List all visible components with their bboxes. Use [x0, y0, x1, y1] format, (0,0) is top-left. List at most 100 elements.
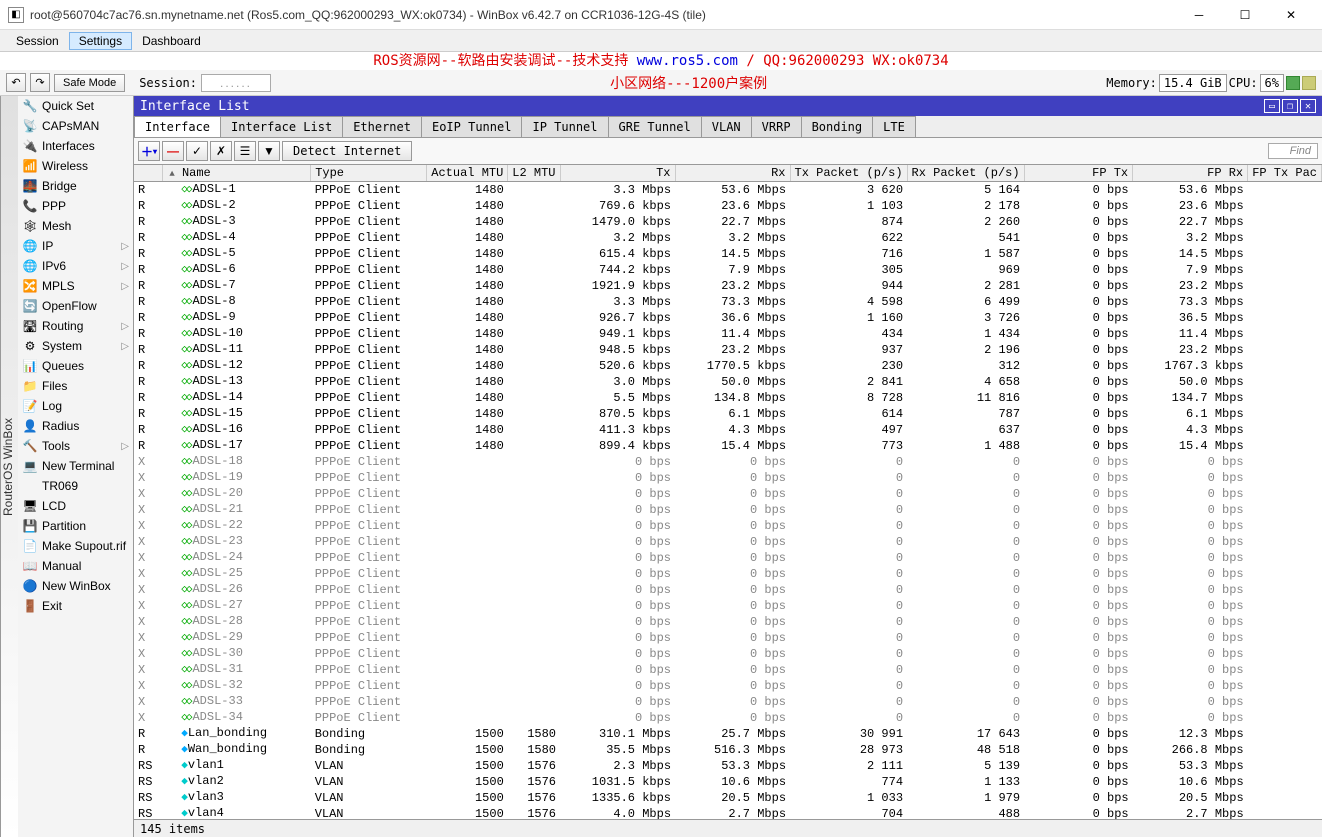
- col-header[interactable]: Rx Packet (p/s): [907, 165, 1024, 182]
- col-header[interactable]: Type: [311, 165, 427, 182]
- col-header[interactable]: Rx: [675, 165, 790, 182]
- tab-ethernet[interactable]: Ethernet: [342, 116, 422, 137]
- table-row[interactable]: X ADSL-25PPPoE Client0 bps0 bps000 bps0 …: [134, 566, 1322, 582]
- col-header[interactable]: ▲ Name: [163, 165, 311, 182]
- table-row[interactable]: R Lan_bondingBonding15001580310.1 Mbps25…: [134, 726, 1322, 742]
- table-row[interactable]: R ADSL-4PPPoE Client14803.2 Mbps3.2 Mbps…: [134, 230, 1322, 246]
- redo-button[interactable]: ↷: [30, 73, 50, 92]
- table-row[interactable]: R ADSL-8PPPoE Client14803.3 Mbps73.3 Mbp…: [134, 294, 1322, 310]
- sidebar-item-interfaces[interactable]: 🔌Interfaces: [18, 136, 133, 156]
- sidebar-item-manual[interactable]: 📖Manual: [18, 556, 133, 576]
- close-button[interactable]: ✕: [1268, 0, 1314, 30]
- table-row[interactable]: R ADSL-16PPPoE Client1480411.3 kbps4.3 M…: [134, 422, 1322, 438]
- col-header[interactable]: Tx: [560, 165, 675, 182]
- sidebar-item-system[interactable]: ⚙System▷: [18, 336, 133, 356]
- table-row[interactable]: X ADSL-34PPPoE Client0 bps0 bps000 bps0 …: [134, 710, 1322, 726]
- table-row[interactable]: R ADSL-11PPPoE Client1480948.5 kbps23.2 …: [134, 342, 1322, 358]
- table-row[interactable]: X ADSL-28PPPoE Client0 bps0 bps000 bps0 …: [134, 614, 1322, 630]
- tab-bonding[interactable]: Bonding: [801, 116, 874, 137]
- sidebar-item-bridge[interactable]: 🌉Bridge: [18, 176, 133, 196]
- sidebar-item-tr069[interactable]: TR069: [18, 476, 133, 496]
- table-scroll[interactable]: ▲ NameTypeActual MTUL2 MTUTxRxTx Packet …: [134, 165, 1322, 819]
- table-row[interactable]: X ADSL-21PPPoE Client0 bps0 bps000 bps0 …: [134, 502, 1322, 518]
- table-row[interactable]: X ADSL-30PPPoE Client0 bps0 bps000 bps0 …: [134, 646, 1322, 662]
- sidebar-item-routing[interactable]: 🛣Routing▷: [18, 316, 133, 336]
- sidebar-item-mpls[interactable]: 🔀MPLS▷: [18, 276, 133, 296]
- remove-button[interactable]: —: [162, 141, 184, 161]
- table-row[interactable]: R ADSL-1PPPoE Client14803.3 Mbps53.6 Mbp…: [134, 182, 1322, 199]
- table-row[interactable]: R ADSL-7PPPoE Client14801921.9 kbps23.2 …: [134, 278, 1322, 294]
- col-header[interactable]: Tx Packet (p/s): [790, 165, 907, 182]
- table-row[interactable]: R ADSL-12PPPoE Client1480520.6 kbps1770.…: [134, 358, 1322, 374]
- table-row[interactable]: R ADSL-3PPPoE Client14801479.0 kbps22.7 …: [134, 214, 1322, 230]
- sidebar-item-mesh[interactable]: 🕸Mesh: [18, 216, 133, 236]
- tab-vrrp[interactable]: VRRP: [751, 116, 802, 137]
- table-row[interactable]: R ADSL-13PPPoE Client14803.0 Mbps50.0 Mb…: [134, 374, 1322, 390]
- table-row[interactable]: R ADSL-5PPPoE Client1480615.4 kbps14.5 M…: [134, 246, 1322, 262]
- find-input[interactable]: Find: [1268, 143, 1318, 159]
- sidebar-item-ppp[interactable]: 📞PPP: [18, 196, 133, 216]
- sidebar-item-terminal[interactable]: 💻New Terminal: [18, 456, 133, 476]
- table-row[interactable]: X ADSL-19PPPoE Client0 bps0 bps000 bps0 …: [134, 470, 1322, 486]
- tab-ip-tunnel[interactable]: IP Tunnel: [521, 116, 608, 137]
- col-header[interactable]: FP Tx: [1024, 165, 1133, 182]
- subwindow-minimize[interactable]: ▭: [1264, 99, 1280, 113]
- subwindow-close[interactable]: ✕: [1300, 99, 1316, 113]
- enable-button[interactable]: ✓: [186, 141, 208, 161]
- sidebar-item-quick-set[interactable]: 🔧Quick Set: [18, 96, 133, 116]
- sidebar-item-winbox[interactable]: 🔵New WinBox: [18, 576, 133, 596]
- undo-button[interactable]: ↶: [6, 73, 26, 92]
- sidebar-item-ipv6[interactable]: 🌐IPv6▷: [18, 256, 133, 276]
- subwindow-restore[interactable]: ❐: [1282, 99, 1298, 113]
- table-row[interactable]: X ADSL-23PPPoE Client0 bps0 bps000 bps0 …: [134, 534, 1322, 550]
- safe-mode-button[interactable]: Safe Mode: [54, 74, 125, 92]
- table-row[interactable]: X ADSL-24PPPoE Client0 bps0 bps000 bps0 …: [134, 550, 1322, 566]
- col-header[interactable]: L2 MTU: [508, 165, 560, 182]
- table-row[interactable]: RS vlan1VLAN150015762.3 Mbps53.3 Mbps2 1…: [134, 758, 1322, 774]
- table-row[interactable]: R ADSL-17PPPoE Client1480899.4 kbps15.4 …: [134, 438, 1322, 454]
- comment-button[interactable]: ☰: [234, 141, 256, 161]
- table-row[interactable]: X ADSL-31PPPoE Client0 bps0 bps000 bps0 …: [134, 662, 1322, 678]
- maximize-button[interactable]: ☐: [1222, 0, 1268, 30]
- add-button[interactable]: ＋▾: [138, 141, 160, 161]
- table-row[interactable]: RS vlan3VLAN150015761335.6 kbps20.5 Mbps…: [134, 790, 1322, 806]
- tab-interface-list[interactable]: Interface List: [220, 116, 343, 137]
- sidebar-item-capsman[interactable]: 📡CAPsMAN: [18, 116, 133, 136]
- minimize-button[interactable]: ─: [1176, 0, 1222, 30]
- sidebar-item-exit[interactable]: 🚪Exit: [18, 596, 133, 616]
- table-row[interactable]: X ADSL-32PPPoE Client0 bps0 bps000 bps0 …: [134, 678, 1322, 694]
- table-row[interactable]: RS vlan2VLAN150015761031.5 kbps10.6 Mbps…: [134, 774, 1322, 790]
- tab-lte[interactable]: LTE: [872, 116, 916, 137]
- disable-button[interactable]: ✗: [210, 141, 232, 161]
- tab-vlan[interactable]: VLAN: [701, 116, 752, 137]
- tab-gre-tunnel[interactable]: GRE Tunnel: [608, 116, 702, 137]
- sidebar-item-partition[interactable]: 💾Partition: [18, 516, 133, 536]
- table-row[interactable]: R ADSL-6PPPoE Client1480744.2 kbps7.9 Mb…: [134, 262, 1322, 278]
- sidebar-item-wireless[interactable]: 📶Wireless: [18, 156, 133, 176]
- sidebar-item-files[interactable]: 📁Files: [18, 376, 133, 396]
- table-row[interactable]: X ADSL-20PPPoE Client0 bps0 bps000 bps0 …: [134, 486, 1322, 502]
- table-row[interactable]: X ADSL-33PPPoE Client0 bps0 bps000 bps0 …: [134, 694, 1322, 710]
- sidebar-item-openflow[interactable]: 🔄OpenFlow: [18, 296, 133, 316]
- table-row[interactable]: R ADSL-10PPPoE Client1480949.1 kbps11.4 …: [134, 326, 1322, 342]
- tab-eoip-tunnel[interactable]: EoIP Tunnel: [421, 116, 522, 137]
- sidebar-item-ip[interactable]: 🌐IP▷: [18, 236, 133, 256]
- table-row[interactable]: R ADSL-15PPPoE Client1480870.5 kbps6.1 M…: [134, 406, 1322, 422]
- table-row[interactable]: R ADSL-2PPPoE Client1480769.6 kbps23.6 M…: [134, 198, 1322, 214]
- sidebar-item-log[interactable]: 📝Log: [18, 396, 133, 416]
- col-header[interactable]: [134, 165, 163, 182]
- table-row[interactable]: X ADSL-18PPPoE Client0 bps0 bps000 bps0 …: [134, 454, 1322, 470]
- sidebar-item-queues[interactable]: 📊Queues: [18, 356, 133, 376]
- table-row[interactable]: X ADSL-22PPPoE Client0 bps0 bps000 bps0 …: [134, 518, 1322, 534]
- subwindow-header[interactable]: Interface List ▭ ❐ ✕: [134, 96, 1322, 116]
- table-row[interactable]: RS vlan4VLAN150015764.0 Mbps2.7 Mbps7044…: [134, 806, 1322, 819]
- table-row[interactable]: X ADSL-29PPPoE Client0 bps0 bps000 bps0 …: [134, 630, 1322, 646]
- menu-session[interactable]: Session: [6, 32, 69, 50]
- col-header[interactable]: FP Tx Pac: [1248, 165, 1322, 182]
- filter-button[interactable]: ▼: [258, 141, 280, 161]
- table-row[interactable]: R Wan_bondingBonding1500158035.5 Mbps516…: [134, 742, 1322, 758]
- detect-internet-button[interactable]: Detect Internet: [282, 141, 412, 161]
- menu-settings[interactable]: Settings: [69, 32, 132, 50]
- sidebar-item-supout[interactable]: 📄Make Supout.rif: [18, 536, 133, 556]
- tab-interface[interactable]: Interface: [134, 116, 221, 137]
